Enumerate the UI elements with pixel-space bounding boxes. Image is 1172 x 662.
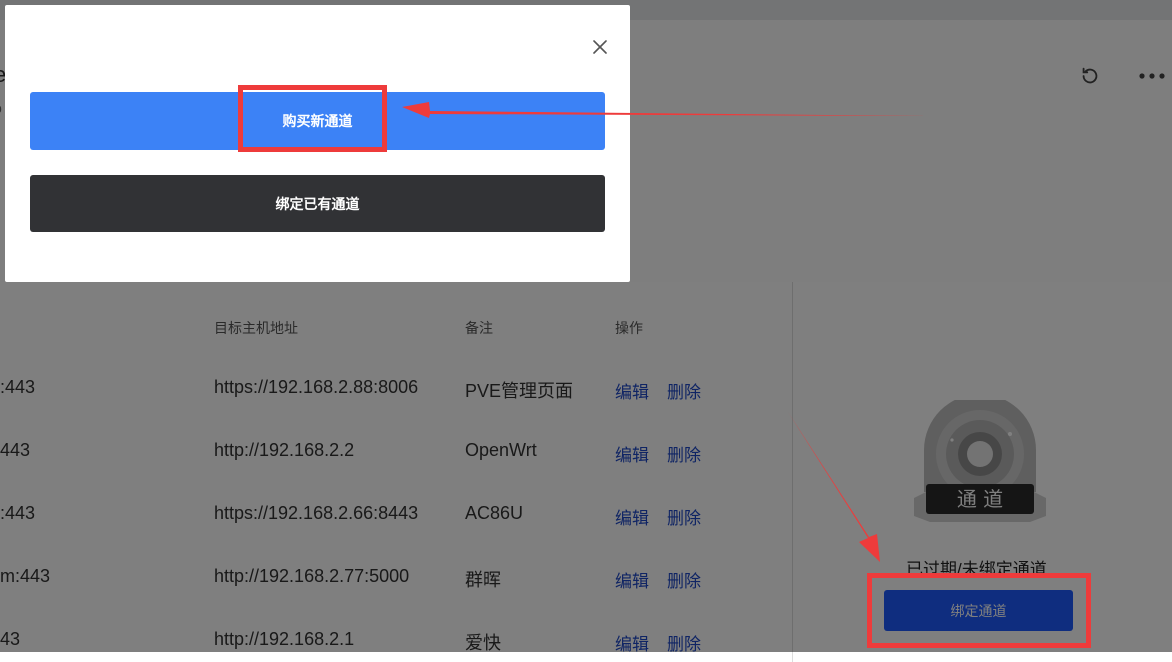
arrow-to-bind-button — [788, 412, 880, 562]
annotation-arrows — [402, 102, 930, 562]
arrow-to-buy-button — [402, 102, 930, 118]
